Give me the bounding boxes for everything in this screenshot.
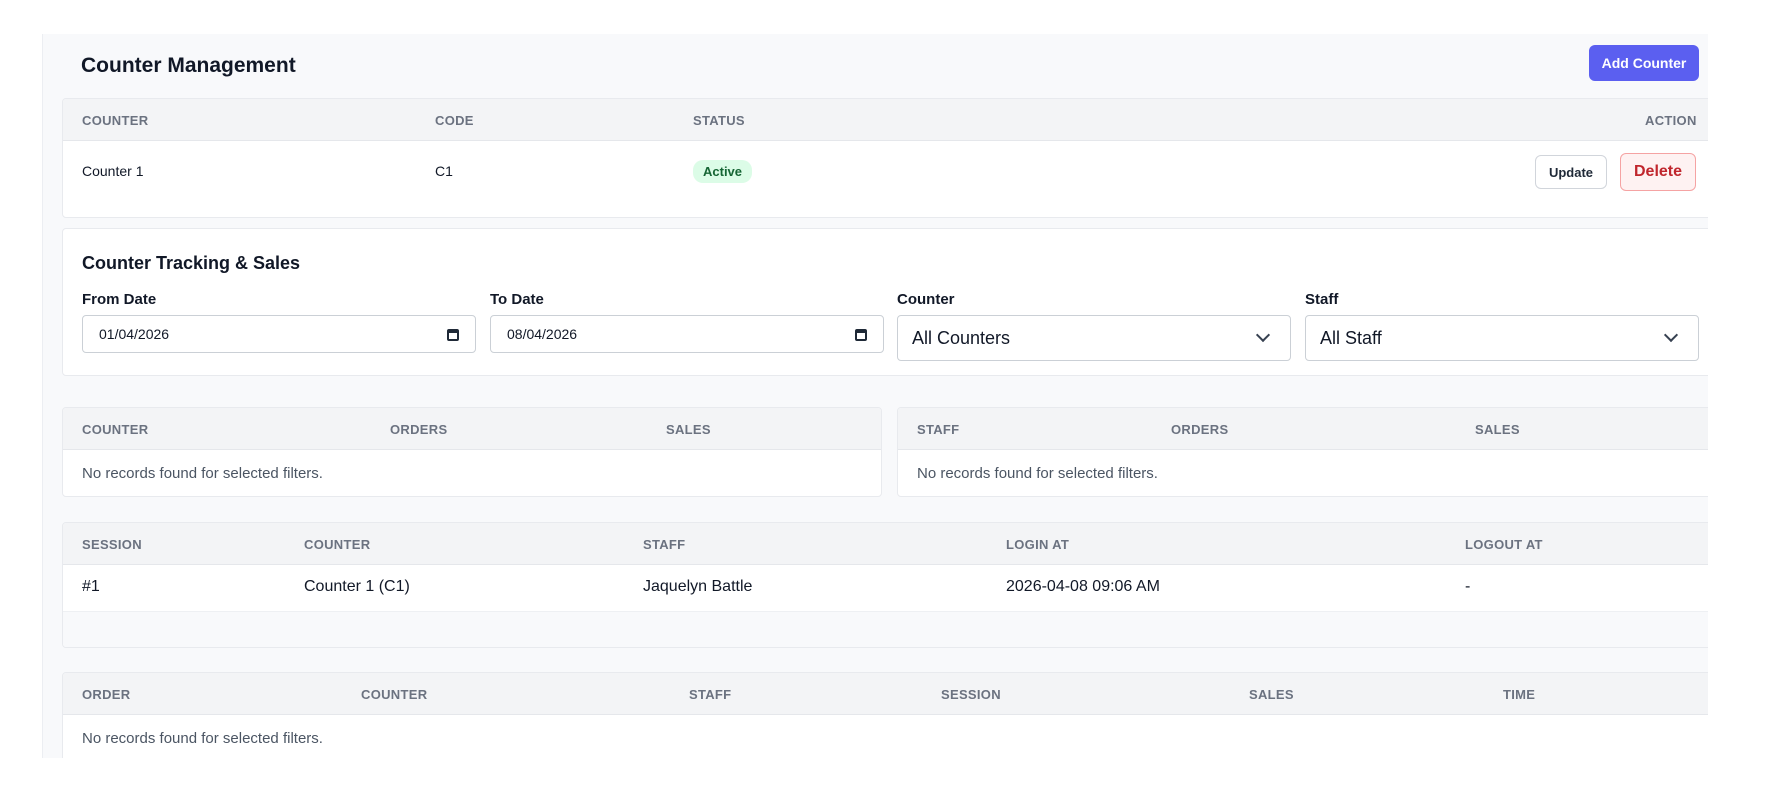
to-date-label: To Date [490, 291, 544, 308]
staff-select[interactable]: All Staff [1305, 315, 1699, 361]
col-status: STATUS [693, 113, 745, 128]
col-counter: COUNTER [82, 113, 149, 128]
col-sales: SALES [1249, 687, 1294, 702]
from-date-value: 01/04/2026 [99, 326, 170, 342]
col-action: ACTION [1645, 113, 1697, 128]
page-title: Counter Management [81, 54, 296, 77]
table-header: SESSION COUNTER STAFF LOGIN AT LOGOUT AT [63, 523, 1708, 565]
management-header: Counter Management Add Counter [43, 34, 1708, 98]
col-orders: ORDERS [1171, 422, 1229, 437]
cell-staff: Jaquelyn Battle [643, 578, 753, 595]
col-order: ORDER [82, 687, 131, 702]
orders-table: ORDER COUNTER STAFF SESSION SALES TIME N… [62, 672, 1708, 758]
col-staff: STAFF [917, 422, 960, 437]
counter-filter-label: Counter [897, 291, 955, 308]
col-orders: ORDERS [390, 422, 448, 437]
status-badge: Active [693, 160, 753, 183]
counter-select[interactable]: All Counters [897, 315, 1291, 361]
col-sales: SALES [1475, 422, 1520, 437]
col-time: TIME [1503, 687, 1536, 702]
page: Counter Management Add Counter COUNTER C… [42, 34, 1708, 758]
table-header: ORDER COUNTER STAFF SESSION SALES TIME [63, 673, 1708, 715]
chevron-down-icon [1255, 327, 1271, 343]
cell-login-at: 2026-04-08 09:06 AM [1006, 578, 1160, 595]
table-footer [63, 611, 1708, 647]
counter-select-value: All Counters [912, 328, 1011, 348]
cell-counter: Counter 1 (C1) [304, 578, 410, 595]
col-login-at: LOGIN AT [1006, 537, 1070, 552]
col-counter: COUNTER [304, 537, 371, 552]
add-counter-button[interactable]: Add Counter [1589, 45, 1699, 81]
delete-button[interactable]: Delete [1620, 153, 1696, 191]
empty-message: No records found for selected filters. [82, 465, 323, 482]
counter-table: COUNTER CODE STATUS ACTION Counter 1 C1 … [62, 98, 1708, 218]
to-date-input[interactable]: 08/04/2026 [490, 315, 884, 353]
col-session: SESSION [82, 537, 142, 552]
cell-logout-at: - [1465, 578, 1471, 595]
tracking-filters: Counter Tracking & Sales From Date 01/04… [62, 228, 1708, 376]
update-button[interactable]: Update [1535, 155, 1607, 189]
empty-message: No records found for selected filters. [82, 730, 323, 747]
table-header: STAFF ORDERS SALES [898, 408, 1708, 450]
staff-select-value: All Staff [1320, 328, 1382, 348]
from-date-input[interactable]: 01/04/2026 [82, 315, 476, 353]
staff-filter-label: Staff [1305, 291, 1339, 308]
section-title: Counter Tracking & Sales [82, 253, 301, 273]
col-sales: SALES [666, 422, 711, 437]
col-staff: STAFF [689, 687, 732, 702]
counter-sales-table: COUNTER ORDERS SALES No records found fo… [62, 407, 882, 497]
calendar-icon[interactable] [855, 329, 867, 341]
staff-sales-table: STAFF ORDERS SALES No records found for … [897, 407, 1708, 497]
col-logout-at: LOGOUT AT [1465, 537, 1543, 552]
cell-code: C1 [435, 163, 453, 179]
col-counter: COUNTER [82, 422, 149, 437]
col-session: SESSION [941, 687, 1001, 702]
to-date-value: 08/04/2026 [507, 326, 578, 342]
table-header: COUNTER CODE STATUS ACTION [63, 99, 1708, 141]
col-staff: STAFF [643, 537, 686, 552]
cell-counter: Counter 1 [82, 163, 144, 179]
table-header: COUNTER ORDERS SALES [63, 408, 881, 450]
from-date-label: From Date [82, 291, 157, 308]
empty-message: No records found for selected filters. [917, 465, 1158, 482]
chevron-down-icon [1663, 327, 1679, 343]
col-counter: COUNTER [361, 687, 428, 702]
sessions-table: SESSION COUNTER STAFF LOGIN AT LOGOUT AT… [62, 522, 1708, 648]
col-code: CODE [435, 113, 474, 128]
calendar-icon[interactable] [447, 329, 459, 341]
cell-session: #1 [82, 578, 100, 595]
